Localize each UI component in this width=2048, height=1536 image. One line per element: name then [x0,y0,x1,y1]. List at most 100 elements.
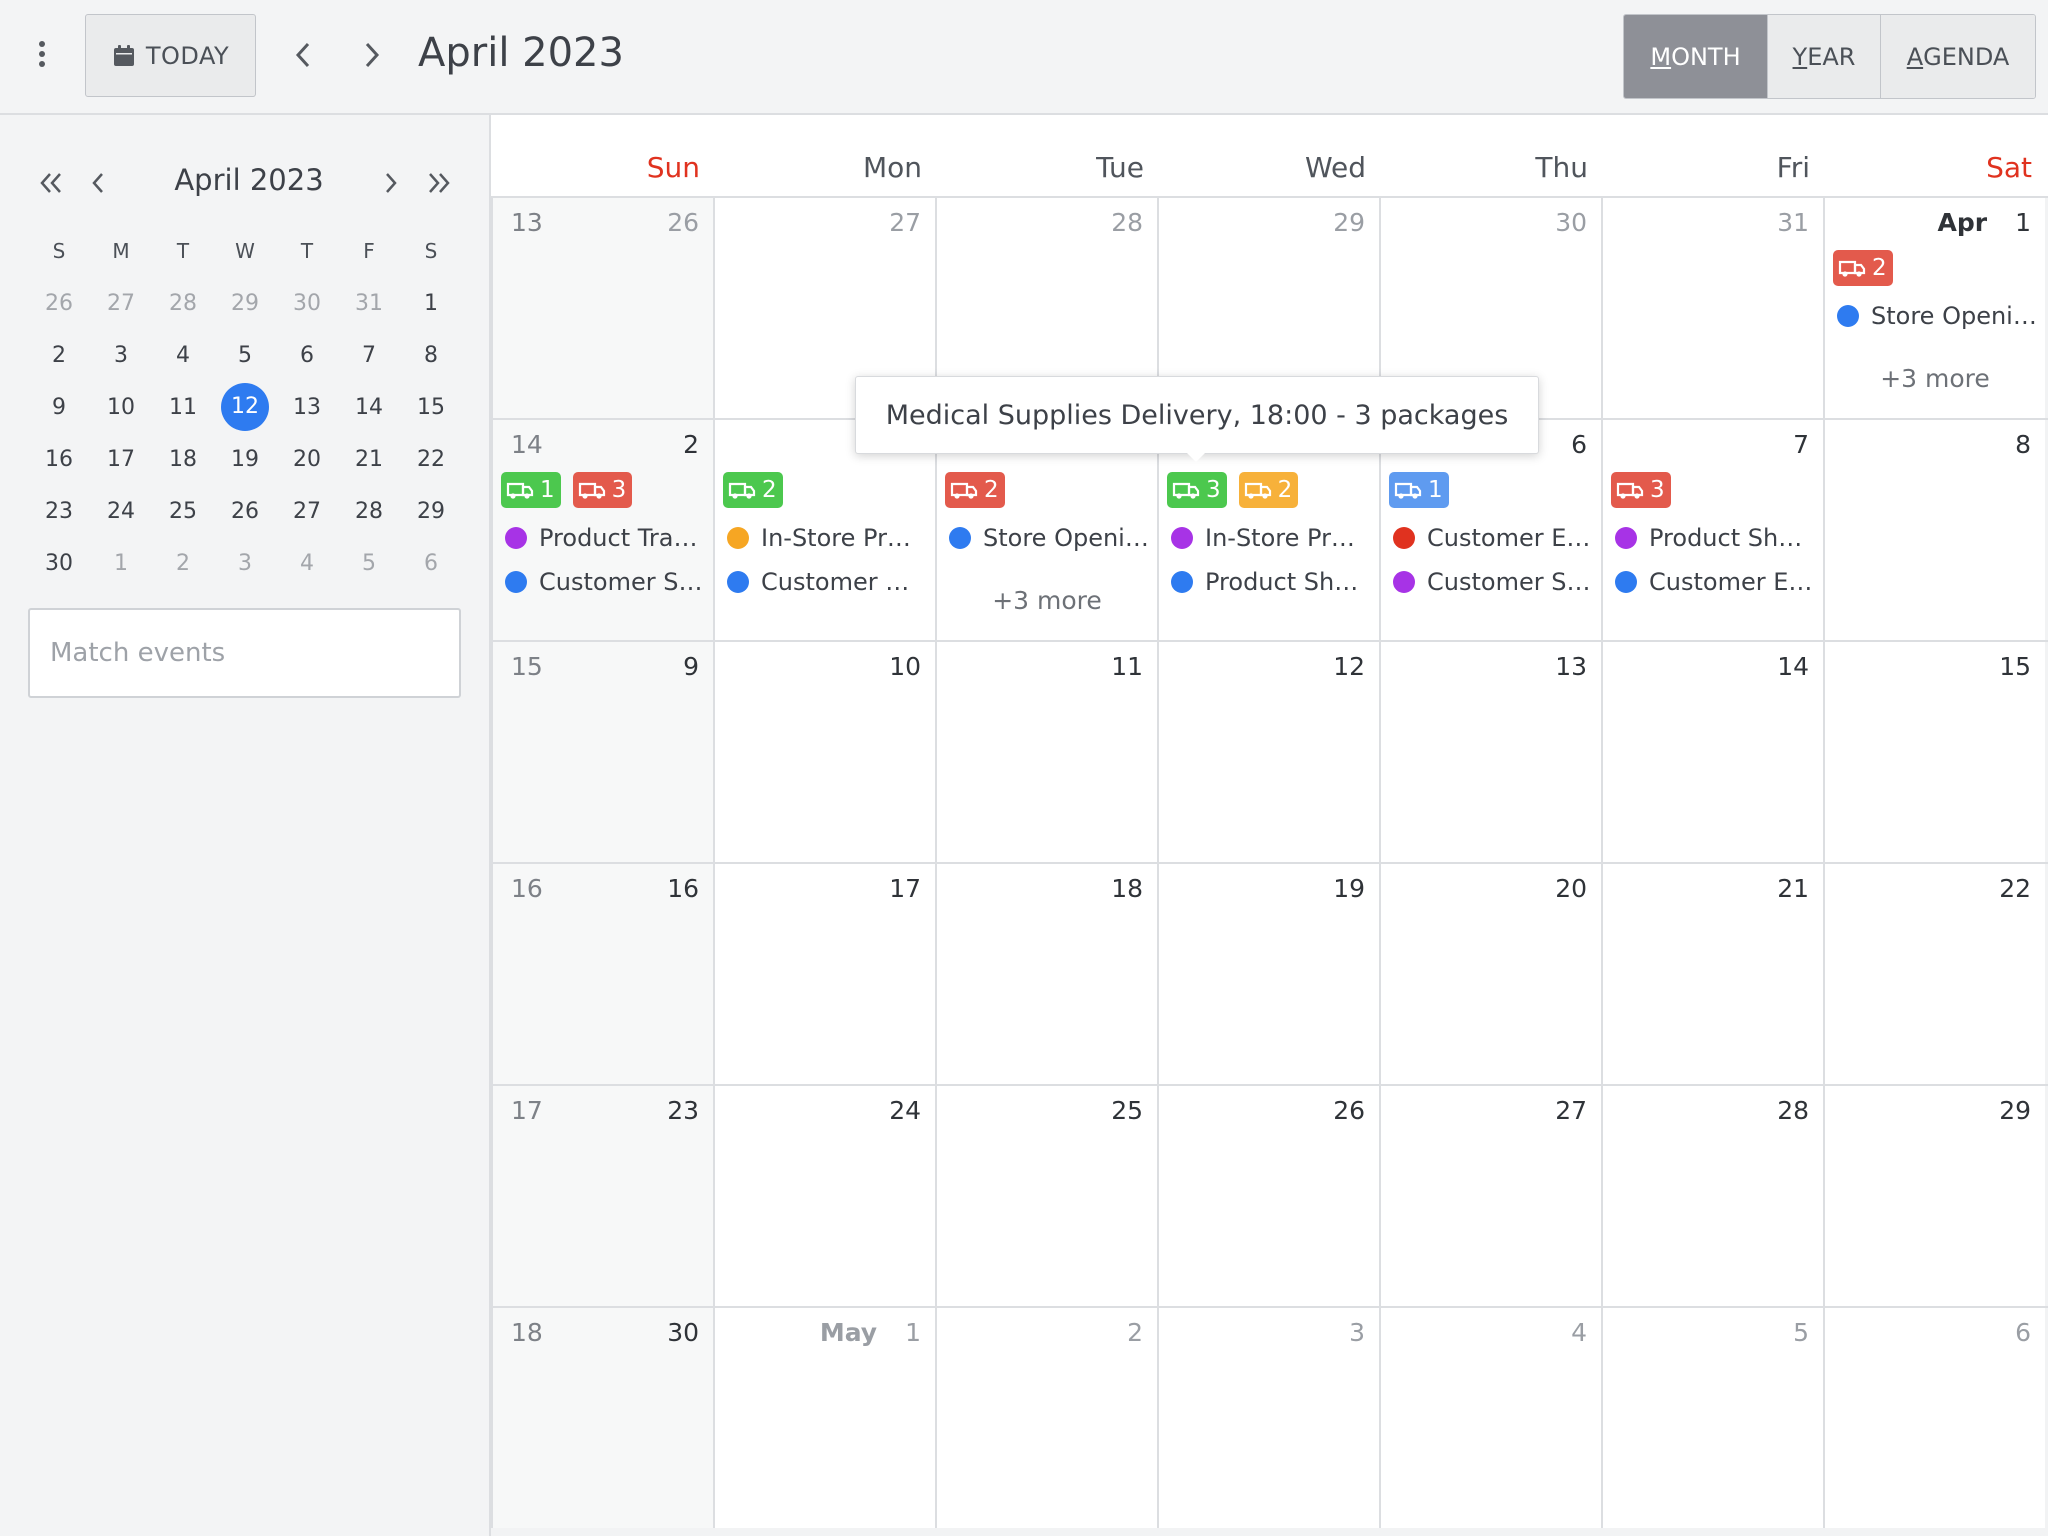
delivery-badge[interactable]: 1 [501,472,561,508]
mini-day[interactable]: 25 [152,499,214,524]
day-cell[interactable]: 16 16 [491,864,713,1084]
day-cell[interactable]: 6 [1823,1308,2045,1528]
mini-day[interactable]: 8 [400,343,462,368]
mini-day[interactable]: 27 [90,291,152,316]
mini-day[interactable]: 30 [276,291,338,316]
mini-day[interactable]: 28 [338,499,400,524]
day-cell[interactable]: 11 [935,642,1157,862]
mini-day[interactable]: 20 [276,447,338,472]
day-cell[interactable]: 20 [1379,864,1601,1084]
day-cell[interactable]: 15 [1823,642,2045,862]
day-cell[interactable]: 18 30 [491,1308,713,1528]
event-item[interactable]: Customer E… [1393,516,1597,560]
mini-day[interactable]: 2 [152,551,214,576]
event-item[interactable]: Customer … [727,560,931,604]
day-cell[interactable]: 21 [1601,864,1823,1084]
day-cell[interactable]: 18 [935,864,1157,1084]
mini-day[interactable]: 16 [28,447,90,472]
day-cell[interactable]: 15 9 [491,642,713,862]
mini-day[interactable]: 19 [214,447,276,472]
mini-day[interactable]: 18 [152,447,214,472]
mini-day[interactable]: 15 [400,395,462,420]
day-cell[interactable]: May 1 [713,1308,935,1528]
event-item[interactable]: Store Openi… [1837,294,2041,338]
more-events-link[interactable]: +3 more [937,586,1157,615]
mini-day[interactable]: 10 [90,395,152,420]
day-cell[interactable]: 4 [1379,1308,1601,1528]
mini-day[interactable]: 9 [28,395,90,420]
mini-day[interactable]: 2 [28,343,90,368]
day-cell[interactable]: 28 [1601,1086,1823,1306]
mini-day[interactable]: 31 [338,291,400,316]
delivery-badge[interactable]: 1 [1389,472,1449,508]
mini-day[interactable]: 14 [338,395,400,420]
event-item[interactable]: In-Store Pr… [1171,516,1375,560]
mini-day[interactable]: 4 [152,343,214,368]
mini-day[interactable]: 27 [276,499,338,524]
event-item[interactable]: Product Tra… [505,516,709,560]
day-cell[interactable]: 17 [713,864,935,1084]
mini-day[interactable]: 3 [90,343,152,368]
day-cell[interactable]: 31 [1601,198,1823,418]
day-cell[interactable]: 8 [1823,420,2045,640]
delivery-badge[interactable]: 2 [1238,472,1299,508]
day-cell[interactable]: 24 [713,1086,935,1306]
day-cell[interactable]: 5 [1601,1308,1823,1528]
year-view-button[interactable]: Y EAR [1767,15,1880,98]
month-view-button[interactable]: M ONTH [1624,15,1767,98]
day-cell[interactable]: 19 [1157,864,1379,1084]
delivery-badge[interactable]: 3 [1611,472,1671,508]
mini-prev-year-button[interactable] [31,163,71,203]
mini-day[interactable]: 21 [338,447,400,472]
day-cell[interactable]: 17 23 [491,1086,713,1306]
mini-day[interactable]: 26 [214,499,276,524]
mini-day[interactable]: 30 [28,551,90,576]
mini-next-year-button[interactable] [419,163,459,203]
day-cell[interactable]: 13 [1379,642,1601,862]
today-button[interactable]: TODAY [85,14,256,97]
mini-day[interactable]: 29 [214,291,276,316]
next-month-button[interactable] [352,32,392,78]
mini-day[interactable]: 5 [214,343,276,368]
delivery-badge[interactable]: 2 [723,472,783,508]
day-cell[interactable]: 29 [1823,1086,2045,1306]
day-cell[interactable]: 13 26 [491,198,713,418]
day-cell[interactable]: 27 [1379,1086,1601,1306]
event-item[interactable]: In-Store Pr… [727,516,931,560]
mini-day[interactable]: 29 [400,499,462,524]
match-events-input[interactable] [28,608,461,698]
delivery-badge[interactable]: 3 [572,472,633,508]
mini-day-selected[interactable]: 12 [214,383,276,431]
day-cell[interactable]: 14 2 1 3 Product Tra… Customer S… [491,420,713,640]
mini-day[interactable]: 23 [28,499,90,524]
mini-day[interactable]: 3 [214,551,276,576]
day-cell[interactable]: 22 [1823,864,2045,1084]
mini-next-month-button[interactable] [371,163,411,203]
day-cell[interactable]: Apr 1 2 Store Openi… +3 more [1823,198,2045,418]
mini-day[interactable]: 22 [400,447,462,472]
day-cell[interactable]: 12 [1157,642,1379,862]
event-item[interactable]: Store Openi… [949,516,1153,560]
delivery-badge[interactable]: 2 [945,472,1005,508]
mini-day[interactable]: 26 [28,291,90,316]
event-item[interactable]: Product Sh… [1615,516,1819,560]
day-cell[interactable]: 2 [935,1308,1157,1528]
more-options-icon[interactable] [30,38,54,72]
mini-day[interactable]: 11 [152,395,214,420]
more-events-link[interactable]: +3 more [1825,364,2045,393]
mini-day[interactable]: 6 [400,551,462,576]
mini-day[interactable]: 24 [90,499,152,524]
day-cell[interactable]: 26 [1157,1086,1379,1306]
mini-day[interactable]: 4 [276,551,338,576]
mini-day[interactable]: 17 [90,447,152,472]
day-cell[interactable]: 3 [1157,1308,1379,1528]
prev-month-button[interactable] [283,32,323,78]
event-item[interactable]: Customer S… [505,560,709,604]
day-cell[interactable]: 25 [935,1086,1157,1306]
day-cell[interactable]: 14 [1601,642,1823,862]
mini-day[interactable]: 6 [276,343,338,368]
delivery-badge[interactable]: 2 [1833,250,1893,286]
agenda-view-button[interactable]: A GENDA [1880,15,2035,98]
mini-day[interactable]: 7 [338,343,400,368]
mini-day[interactable]: 5 [338,551,400,576]
